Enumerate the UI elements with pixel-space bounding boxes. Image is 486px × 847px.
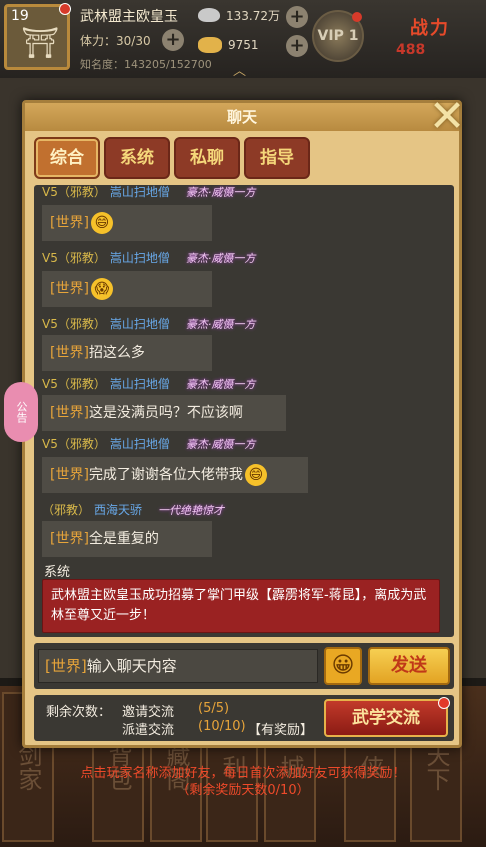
friend-tip-remaining: （剩余奖励天数0/10） (176, 783, 310, 798)
dispatch-reward: 【有奖励】 (248, 723, 314, 738)
vip-badge[interactable]: VIP 1 (312, 10, 364, 62)
message-header: V5（邪教） 嵩山扫地僧 豪杰·威慑一方 (42, 375, 255, 392)
chat-message-list[interactable]: V5（邪教） 嵩山扫地僧 豪杰·威慑一方 [世界] 😄 V5（邪教） 嵩山扫地僧 豪杰·威… (34, 185, 454, 637)
gold-ingot-icon (198, 37, 222, 53)
sender-name[interactable]: 嵩山扫地僧 (110, 185, 170, 199)
message-text: 招这么多 (88, 345, 145, 361)
message-bubble: [世界]这是没满员吗？不应该啊 (42, 395, 286, 431)
add-stamina-button[interactable]: + (162, 29, 184, 51)
emoji-button[interactable]: 😀 (324, 647, 362, 685)
dispatch-count: (10/10) (198, 719, 246, 734)
exchange-panel: 剩余次数： 邀请交流 (5/5) 派遣交流 (10/10) 【有奖励】 武学交流 (34, 695, 454, 741)
sect-label: V5（邪教） (42, 185, 106, 199)
grin-emoji-icon: 😄 (244, 464, 267, 486)
chat-dialog: 聊天 ✕ 综合 系统 私聊 指导 V5（邪教） 嵩山扫地僧 豪杰·威慑一方 [世界]… (22, 95, 465, 748)
system-label: 系统 (44, 565, 71, 580)
message-text: 这是没满员吗？不应该啊 (88, 405, 243, 421)
close-icon[interactable]: ✕ (425, 95, 469, 139)
channel-label: [世界] (50, 215, 89, 231)
title-tag: 豪杰·威慑一方 (185, 378, 256, 391)
stamina-value: 体力：30/30 (80, 34, 151, 48)
notice-button[interactable]: 公告 (4, 382, 38, 442)
notification-dot-icon (59, 3, 71, 15)
dialog-title: 聊天 (25, 103, 459, 131)
vip-label: VIP 1 (317, 28, 359, 44)
sender-name[interactable]: 嵩山扫地僧 (110, 377, 170, 391)
player-name: 武林盟主欧皇玉 (80, 9, 178, 25)
chevron-up-icon[interactable]: ︿ (233, 60, 246, 79)
message-header: （邪教） 西海天骄 一代绝艳惊才 (42, 501, 224, 518)
message-text: 全是重复的 (88, 531, 159, 547)
sect-label: V5（邪教） (42, 251, 106, 265)
message-bubble: [世界]完成了谢谢各位大佬带我 😄 (42, 457, 308, 493)
sect-label: V5（邪教） (42, 317, 106, 331)
sect-label: V5（邪教） (42, 437, 106, 451)
message-bubble: [世界]招这么多 (42, 335, 212, 371)
channel-label: [世界] (50, 405, 89, 421)
message-header: V5（邪教） 嵩山扫地僧 豪杰·威慑一方 (42, 249, 255, 266)
power-value: 488 (396, 42, 426, 58)
channel-label: [世界] (50, 467, 89, 483)
tab-private[interactable]: 私聊 (174, 137, 240, 179)
add-gold-button[interactable]: + (286, 35, 308, 57)
message-header: V5（邪教） 嵩山扫地僧 豪杰·威慑一方 (42, 185, 255, 200)
send-button[interactable]: 发送 (368, 647, 450, 685)
message-header: V5（邪教） 嵩山扫地僧 豪杰·威慑一方 (42, 315, 255, 332)
title-tag: 一代绝艳惊才 (158, 504, 225, 517)
message-bubble: [世界] 😄 (42, 205, 212, 241)
sender-name[interactable]: 嵩山扫地僧 (110, 317, 170, 331)
add-silver-button[interactable]: + (286, 6, 308, 28)
player-level: 19 (11, 8, 29, 24)
chat-input[interactable]: [世界]输入聊天内容 (38, 649, 318, 683)
gold-value: 9751 (228, 38, 259, 52)
channel-label: [世界] (50, 345, 89, 361)
title-tag: 豪杰·威慑一方 (185, 186, 256, 199)
dispatch-label: 派遣交流 (122, 723, 175, 738)
system-message: 武林盟主欧皇玉成功招募了掌门甲级【霹雳将军-蒋昆】，离成为武林至尊又近一步！ (42, 579, 440, 633)
scream-emoji-icon: 😱 (90, 278, 113, 300)
martial-exchange-button[interactable]: 武学交流 (324, 697, 450, 737)
channel-label: [世界] (50, 281, 89, 297)
tab-guide[interactable]: 指导 (244, 137, 310, 179)
input-channel-label: [世界] (45, 657, 87, 675)
sect-label: V5（邪教） (42, 377, 106, 391)
tab-general[interactable]: 综合 (34, 137, 100, 179)
chat-input-row: [世界]输入聊天内容 😀 发送 (34, 643, 454, 689)
title-tag: 豪杰·威慑一方 (185, 252, 256, 265)
sect-label: （邪教） (42, 503, 91, 517)
grin-emoji-icon: 😄 (90, 212, 113, 234)
power-label: 战力 (410, 18, 450, 39)
message-header: V5（邪教） 嵩山扫地僧 豪杰·威慑一方 (42, 435, 255, 452)
message-bubble: [世界] 😱 (42, 271, 212, 307)
notification-dot-icon (438, 697, 450, 709)
notification-dot-icon (352, 12, 362, 22)
tab-system[interactable]: 系统 (104, 137, 170, 179)
message-bubble: [世界]全是重复的 (42, 521, 212, 557)
sender-name[interactable]: 嵩山扫地僧 (110, 437, 170, 451)
sender-name[interactable]: 西海天骄 (94, 503, 142, 517)
message-text: 完成了谢谢各位大佬带我 (88, 467, 243, 483)
silver-ingot-icon (198, 8, 220, 22)
silver-value: 133.72万 (226, 9, 280, 23)
title-tag: 豪杰·威慑一方 (185, 318, 256, 331)
sender-name[interactable]: 嵩山扫地僧 (110, 251, 170, 265)
fame-value: 知名度：143205/152700 (80, 58, 212, 71)
input-placeholder: 输入聊天内容 (86, 657, 177, 675)
martial-exchange-label: 武学交流 (352, 708, 420, 728)
title-tag: 豪杰·威慑一方 (185, 438, 256, 451)
channel-label: [世界] (50, 531, 89, 547)
invite-count: (5/5) (198, 701, 230, 716)
player-avatar[interactable]: 19 ⛩ (4, 3, 71, 70)
remaining-label: 剩余次数： (46, 705, 112, 720)
invite-label: 邀请交流 (122, 705, 175, 720)
temple-icon: ⛩ (21, 26, 60, 61)
top-status-bar: 19 ⛩ 武林盟主欧皇玉 体力：30/30 + 知名度：143205/15270… (0, 0, 486, 79)
